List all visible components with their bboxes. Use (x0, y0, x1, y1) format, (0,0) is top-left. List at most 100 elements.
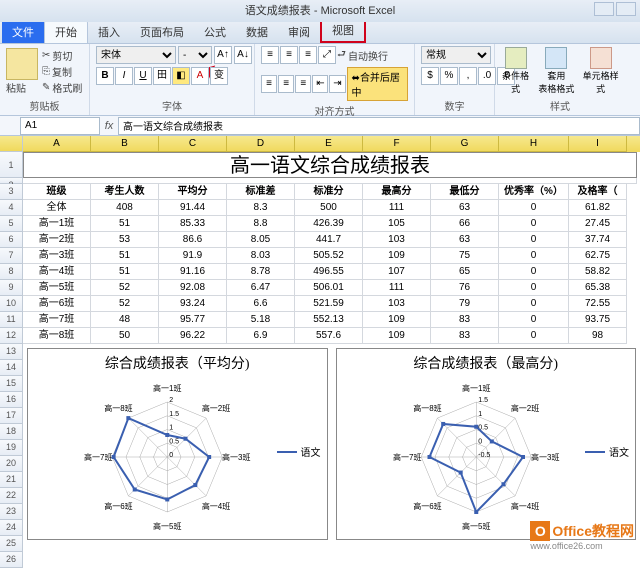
cell[interactable]: 91.44 (159, 200, 227, 216)
cell[interactable]: 0 (499, 280, 569, 296)
inc-decimal-button[interactable]: .0 (478, 67, 496, 85)
cell[interactable]: 107 (363, 264, 431, 280)
cell[interactable]: 48 (91, 312, 159, 328)
cell[interactable]: 0 (499, 248, 569, 264)
tab-review[interactable]: 审阅 (278, 21, 320, 43)
row-header[interactable]: 8 (0, 264, 23, 280)
fill-color-button[interactable]: ◧ (172, 67, 190, 85)
paste-icon[interactable] (6, 48, 38, 80)
align-right-button[interactable]: ≡ (295, 75, 311, 93)
cell-style-button[interactable]: 单元格样式 (582, 47, 619, 95)
cell[interactable]: 61.82 (569, 200, 627, 216)
number-format-select[interactable]: 常规 (421, 46, 491, 64)
cell[interactable]: 85.33 (159, 216, 227, 232)
cell[interactable]: 5.18 (227, 312, 295, 328)
tab-data[interactable]: 数据 (236, 21, 278, 43)
font-size-select[interactable]: - (178, 46, 212, 64)
formula-input[interactable] (118, 117, 640, 135)
select-all-corner[interactable] (0, 136, 23, 152)
row-header[interactable]: 21 (0, 472, 23, 488)
row-header[interactable]: 13 (0, 344, 23, 360)
tab-page-layout[interactable]: 页面布局 (130, 21, 194, 43)
row-header[interactable]: 10 (0, 296, 23, 312)
comma-button[interactable]: , (459, 67, 477, 85)
decrease-font-button[interactable]: A↓ (234, 46, 252, 64)
row-header[interactable]: 26 (0, 552, 23, 568)
cell[interactable]: 6.6 (227, 296, 295, 312)
currency-button[interactable]: $ (421, 67, 439, 85)
col-E[interactable]: E (295, 136, 363, 152)
cell[interactable]: 557.6 (295, 328, 363, 344)
row-header[interactable]: 14 (0, 360, 23, 376)
col-D[interactable]: D (227, 136, 295, 152)
cell[interactable]: 93.75 (569, 312, 627, 328)
cell[interactable]: 93.24 (159, 296, 227, 312)
tab-file[interactable]: 文件 (2, 21, 44, 43)
cell[interactable]: 103 (363, 296, 431, 312)
row-header[interactable]: 7 (0, 248, 23, 264)
minimize-button[interactable] (594, 2, 614, 16)
row-header[interactable]: 16 (0, 392, 23, 408)
row-header[interactable]: 9 (0, 280, 23, 296)
fx-icon[interactable]: fx (100, 120, 118, 132)
cell[interactable]: 66 (431, 216, 499, 232)
chart-avg[interactable]: 综合成绩报表（平均分) 高一1班高一2班高一3班高一4班高一5班高一6班高一7班… (27, 348, 328, 540)
cell[interactable]: 8.78 (227, 264, 295, 280)
col-H[interactable]: H (499, 136, 569, 152)
format-painter-button[interactable]: ✎格式刷 (42, 80, 82, 95)
align-center-button[interactable]: ≡ (278, 75, 294, 93)
cut-button[interactable]: ✂剪切 (42, 48, 82, 63)
cell[interactable]: 111 (363, 200, 431, 216)
cell[interactable]: 8.03 (227, 248, 295, 264)
cell[interactable]: 高一2班 (23, 232, 91, 248)
cell[interactable]: 0 (499, 312, 569, 328)
cell[interactable]: 111 (363, 280, 431, 296)
cell[interactable]: 552.13 (295, 312, 363, 328)
tab-home[interactable]: 开始 (44, 20, 88, 43)
row-header[interactable]: 3 (0, 184, 23, 200)
cell[interactable]: 51 (91, 216, 159, 232)
header-pass[interactable]: 及格率（ (569, 184, 627, 200)
cell[interactable]: 0 (499, 216, 569, 232)
row-header[interactable]: 20 (0, 456, 23, 472)
percent-button[interactable]: % (440, 67, 458, 85)
cell[interactable]: 408 (91, 200, 159, 216)
header-zscore[interactable]: 标准分 (295, 184, 363, 200)
merge-center-button[interactable]: ⬌合并后居中 (347, 67, 408, 101)
row-header[interactable]: 4 (0, 200, 23, 216)
chart-max[interactable]: 综合成绩报表（最高分) 高一1班高一2班高一3班高一4班高一5班高一6班高一7班… (336, 348, 637, 540)
cell[interactable]: 53 (91, 232, 159, 248)
phonetic-button[interactable]: 变 (210, 67, 228, 85)
cell[interactable]: 521.59 (295, 296, 363, 312)
cell[interactable]: 高一1班 (23, 216, 91, 232)
cell[interactable]: 高一7班 (23, 312, 91, 328)
row-header[interactable]: 1 (0, 152, 23, 178)
header-excellent[interactable]: 优秀率（%） (499, 184, 569, 200)
header-std[interactable]: 标准差 (227, 184, 295, 200)
cell[interactable]: 0 (499, 264, 569, 280)
tab-insert[interactable]: 插入 (88, 21, 130, 43)
cell[interactable]: 63 (431, 232, 499, 248)
cell[interactable]: 496.55 (295, 264, 363, 280)
increase-font-button[interactable]: A↑ (214, 46, 232, 64)
col-F[interactable]: F (363, 136, 431, 152)
cell[interactable]: 65.38 (569, 280, 627, 296)
cell[interactable]: 65 (431, 264, 499, 280)
cell[interactable]: 96.22 (159, 328, 227, 344)
border-button[interactable]: 田 (153, 67, 171, 85)
col-C[interactable]: C (159, 136, 227, 152)
indent-inc-button[interactable]: ⇥ (329, 75, 345, 93)
row-header[interactable]: 23 (0, 504, 23, 520)
cell[interactable]: 8.8 (227, 216, 295, 232)
indent-dec-button[interactable]: ⇤ (312, 75, 328, 93)
orientation-button[interactable]: ⤢ (318, 46, 336, 64)
sheet-title[interactable]: 高一语文综合成绩报表 (23, 152, 637, 178)
col-I[interactable]: I (569, 136, 627, 152)
row-header[interactable]: 17 (0, 408, 23, 424)
row-header[interactable]: 22 (0, 488, 23, 504)
cell[interactable]: 109 (363, 312, 431, 328)
cell[interactable]: 51 (91, 248, 159, 264)
paste-button[interactable]: 粘贴 (6, 80, 38, 95)
col-A[interactable]: A (23, 136, 91, 152)
cell[interactable]: 91.9 (159, 248, 227, 264)
